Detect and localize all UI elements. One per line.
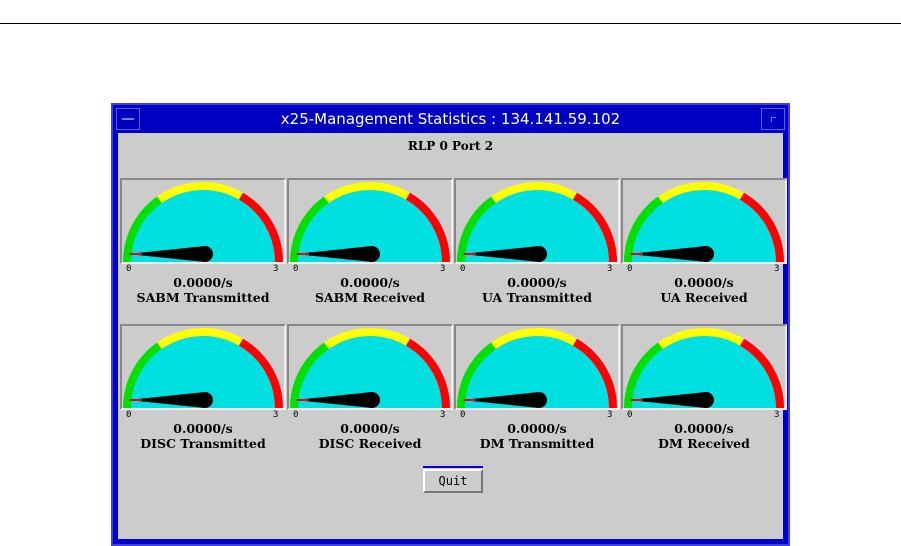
gauge-label: UA Received bbox=[660, 290, 748, 305]
gauge: 0 3 0.0000/s DISC Received bbox=[287, 324, 453, 454]
gauge: 0 3 0.0000/s DISC Transmitted bbox=[120, 324, 286, 454]
gauge-hub bbox=[364, 392, 380, 408]
window-title: x25-Management Statistics : 134.141.59.1… bbox=[280, 110, 621, 128]
gauge-value: 0.0000/s bbox=[340, 421, 400, 436]
scale-min: 0 bbox=[460, 264, 466, 274]
gauge-dial bbox=[120, 324, 286, 410]
gauge: 0 3 0.0000/s DM Received bbox=[621, 324, 787, 454]
client-area: RLP 0 Port 2 Quit 0 3 0.0000/s SABM Tran… bbox=[118, 133, 787, 539]
scale-min: 0 bbox=[126, 264, 132, 274]
scale-min: 0 bbox=[627, 410, 633, 420]
gauge-value: 0.0000/s bbox=[173, 421, 233, 436]
scale-max: 3 bbox=[273, 264, 279, 274]
scale-max: 3 bbox=[607, 410, 613, 420]
scale-min: 0 bbox=[293, 410, 299, 420]
gauge-hub bbox=[531, 246, 547, 262]
gauge-dial bbox=[454, 324, 620, 410]
maximize-button[interactable] bbox=[761, 108, 785, 130]
scale-min: 0 bbox=[126, 410, 132, 420]
gauge-label: SABM Received bbox=[314, 290, 426, 305]
scale-min: 0 bbox=[627, 264, 633, 274]
scale-max: 3 bbox=[273, 410, 279, 420]
gauge-hub bbox=[698, 246, 714, 262]
gauge-dial bbox=[621, 178, 787, 264]
gauge-label: DM Received bbox=[658, 436, 750, 451]
gauge-label: DISC Transmitted bbox=[140, 436, 266, 451]
gauge-dial bbox=[287, 178, 453, 264]
gauge-label: DISC Received bbox=[318, 436, 422, 451]
quit-button-wrap: Quit bbox=[423, 466, 483, 493]
gauge-hub bbox=[531, 392, 547, 408]
gauge-value: 0.0000/s bbox=[173, 275, 233, 290]
gauge-label: SABM Transmitted bbox=[136, 290, 270, 305]
scale-min: 0 bbox=[293, 264, 299, 274]
gauge: 0 3 0.0000/s UA Received bbox=[621, 178, 787, 308]
gauge-hub bbox=[364, 246, 380, 262]
gauge: 0 3 0.0000/s DM Transmitted bbox=[454, 324, 620, 454]
title-bar[interactable]: x25-Management Statistics : 134.141.59.1… bbox=[116, 108, 785, 130]
scale-max: 3 bbox=[607, 264, 613, 274]
focus-indicator bbox=[423, 466, 483, 468]
gauge-hub bbox=[197, 246, 213, 262]
gauge-hub bbox=[698, 392, 714, 408]
scale-max: 3 bbox=[774, 264, 780, 274]
gauge: 0 3 0.0000/s SABM Received bbox=[287, 178, 453, 308]
stats-window: x25-Management Statistics : 134.141.59.1… bbox=[111, 103, 790, 546]
gauge-dial bbox=[621, 324, 787, 410]
gauge: 0 3 0.0000/s UA Transmitted bbox=[454, 178, 620, 308]
gauge-label: DM Transmitted bbox=[479, 436, 595, 451]
scale-max: 3 bbox=[440, 264, 446, 274]
port-heading: RLP 0 Port 2 bbox=[407, 139, 494, 153]
scale-min: 0 bbox=[460, 410, 466, 420]
gauge-dial bbox=[454, 178, 620, 264]
gauge-value: 0.0000/s bbox=[340, 275, 400, 290]
gauge-label: UA Transmitted bbox=[482, 290, 592, 305]
gauge-hub bbox=[197, 392, 213, 408]
quit-button[interactable]: Quit bbox=[423, 469, 483, 493]
gauge-value: 0.0000/s bbox=[507, 421, 567, 436]
screen-divider bbox=[0, 23, 901, 24]
gauge-value: 0.0000/s bbox=[674, 275, 734, 290]
gauge-dial bbox=[120, 178, 286, 264]
scale-max: 3 bbox=[440, 410, 446, 420]
gauge-value: 0.0000/s bbox=[507, 275, 567, 290]
scale-max: 3 bbox=[774, 410, 780, 420]
gauge-value: 0.0000/s bbox=[674, 421, 734, 436]
gauge: 0 3 0.0000/s SABM Transmitted bbox=[120, 178, 286, 308]
gauge-dial bbox=[287, 324, 453, 410]
